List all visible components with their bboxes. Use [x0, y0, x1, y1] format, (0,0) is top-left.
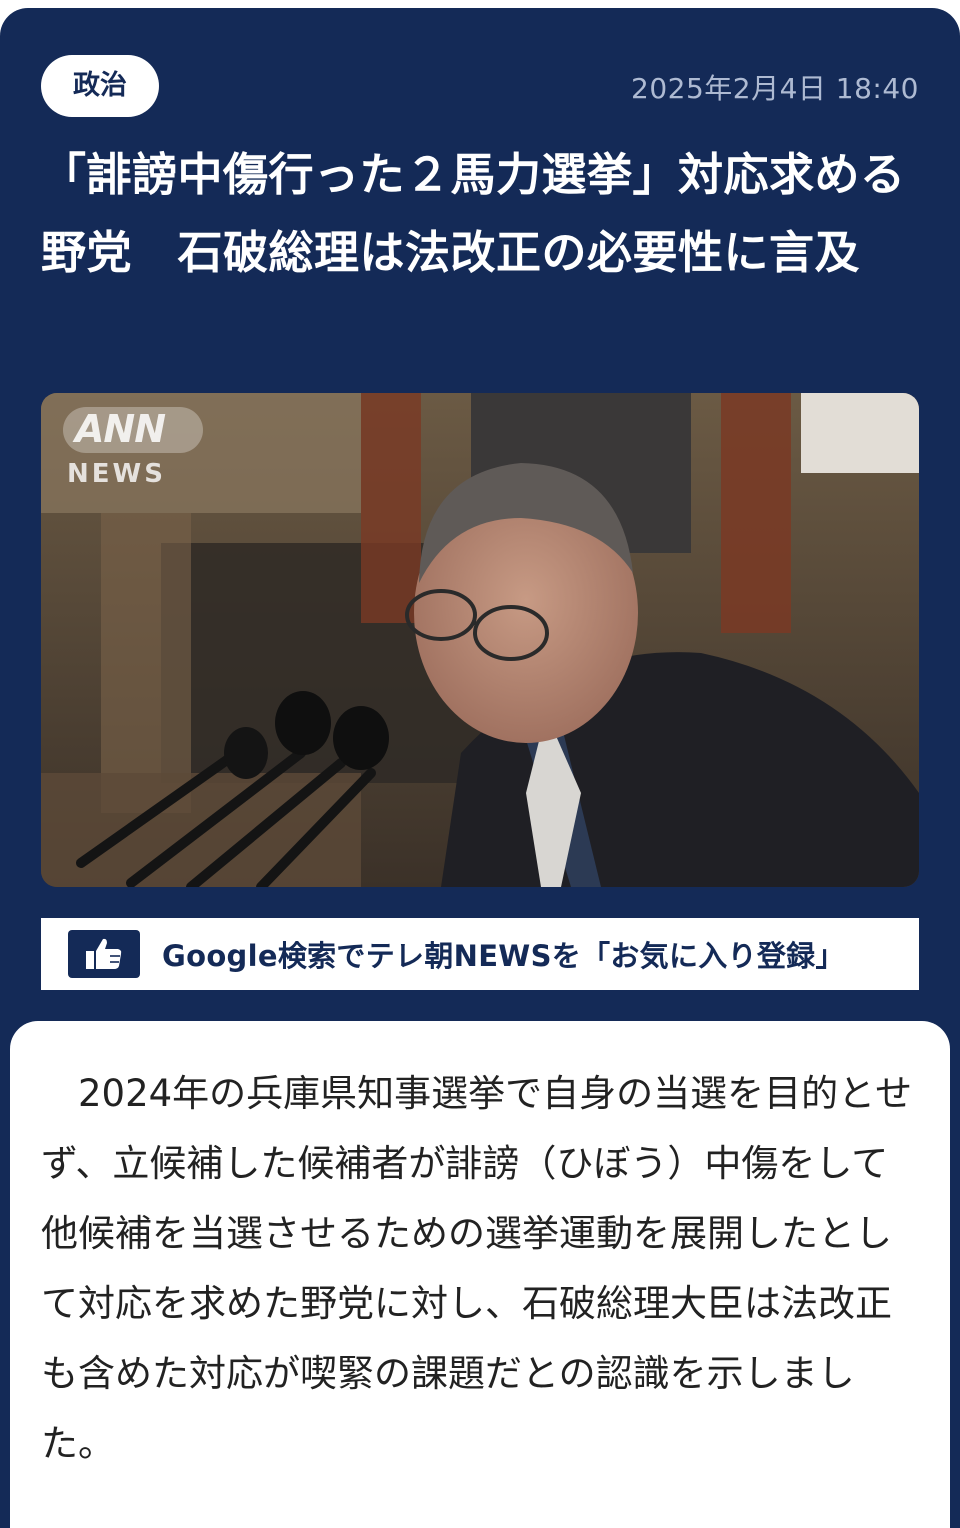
- news-watermark-text: NEWS: [67, 459, 166, 489]
- article-headline: 「誹謗中傷行った２馬力選挙」対応求める野党 石破総理は法改正の必要性に言及: [41, 148, 906, 279]
- article-body-card: 2024年の兵庫県知事選挙で自身の当選を目的とせず、立候補した候補者が誹謗（ひぼ…: [10, 1021, 950, 1528]
- article-hero-image: ANN NEWS: [41, 393, 919, 887]
- published-timestamp: 2025年2月4日 18:40: [631, 72, 919, 105]
- article-body-text: 2024年の兵庫県知事選挙で自身の当選を目的とせず、立候補した候補者が誹謗（ひぼ…: [41, 1072, 913, 1465]
- thumbs-up-icon: [68, 930, 140, 978]
- google-favorite-banner[interactable]: Google検索でテレ朝NEWSを「お気に入り登録」: [41, 918, 919, 990]
- article-header-card: 政治 2025年2月4日 18:40 「誹謗中傷行った２馬力選挙」対応求める野党…: [0, 8, 960, 1528]
- article-meta-row: 政治 2025年2月4日 18:40: [41, 55, 919, 117]
- ann-watermark-logo: ANN: [75, 407, 166, 451]
- article-page: 政治 2025年2月4日 18:40 「誹謗中傷行った２馬力選挙」対応求める野党…: [0, 0, 960, 1528]
- category-chip[interactable]: 政治: [41, 55, 159, 117]
- favorite-banner-label: Google検索でテレ朝NEWSを「お気に入り登録」: [162, 939, 845, 973]
